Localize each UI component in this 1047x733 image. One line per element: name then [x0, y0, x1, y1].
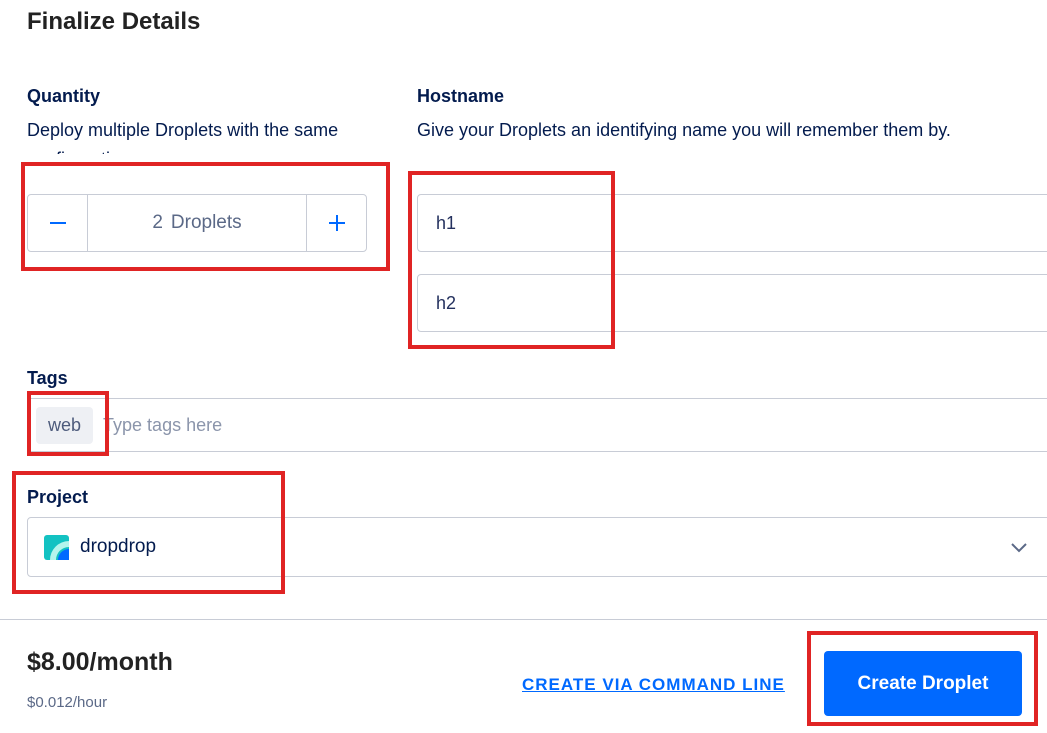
hostname-title: Hostname — [417, 86, 505, 106]
project-select[interactable]: dropdrop — [27, 517, 1047, 577]
quantity-title: Quantity — [27, 86, 101, 106]
footer-divider — [0, 619, 1047, 620]
project-logo-icon — [44, 534, 69, 560]
tag-chip[interactable]: web — [36, 406, 94, 444]
quantity-stepper: 2 Droplets — [27, 194, 367, 252]
page-title: Finalize Details — [27, 8, 201, 35]
minus-icon — [49, 222, 66, 224]
project-selected: dropdrop — [80, 536, 157, 557]
create-via-cli-link[interactable]: CREATE VIA COMMAND LINE — [522, 675, 785, 695]
price-monthly: $8.00/month — [27, 648, 173, 676]
decrement-button[interactable] — [28, 195, 88, 251]
tags-input[interactable] — [101, 413, 1047, 437]
create-droplet-button[interactable]: Create Droplet — [824, 651, 1022, 716]
quantity-unit: Droplets — [170, 212, 242, 233]
increment-button[interactable] — [306, 195, 366, 251]
plus-icon — [328, 215, 345, 231]
hostname-input-1[interactable] — [417, 194, 1047, 252]
tags-title: Tags — [27, 368, 68, 388]
chevron-down-icon — [1011, 543, 1027, 553]
quantity-description: Deploy multiple Droplets with the same c… — [27, 120, 339, 154]
quantity-count: 2 — [152, 212, 163, 233]
quantity-value[interactable]: 2 Droplets — [88, 195, 306, 251]
project-title: Project — [27, 487, 89, 507]
price-hourly: $0.012/hour — [27, 694, 108, 711]
hostname-description: Give your Droplets an identifying name y… — [417, 120, 951, 140]
tags-field[interactable]: web — [27, 398, 1047, 452]
hostname-input-2[interactable] — [417, 274, 1047, 332]
